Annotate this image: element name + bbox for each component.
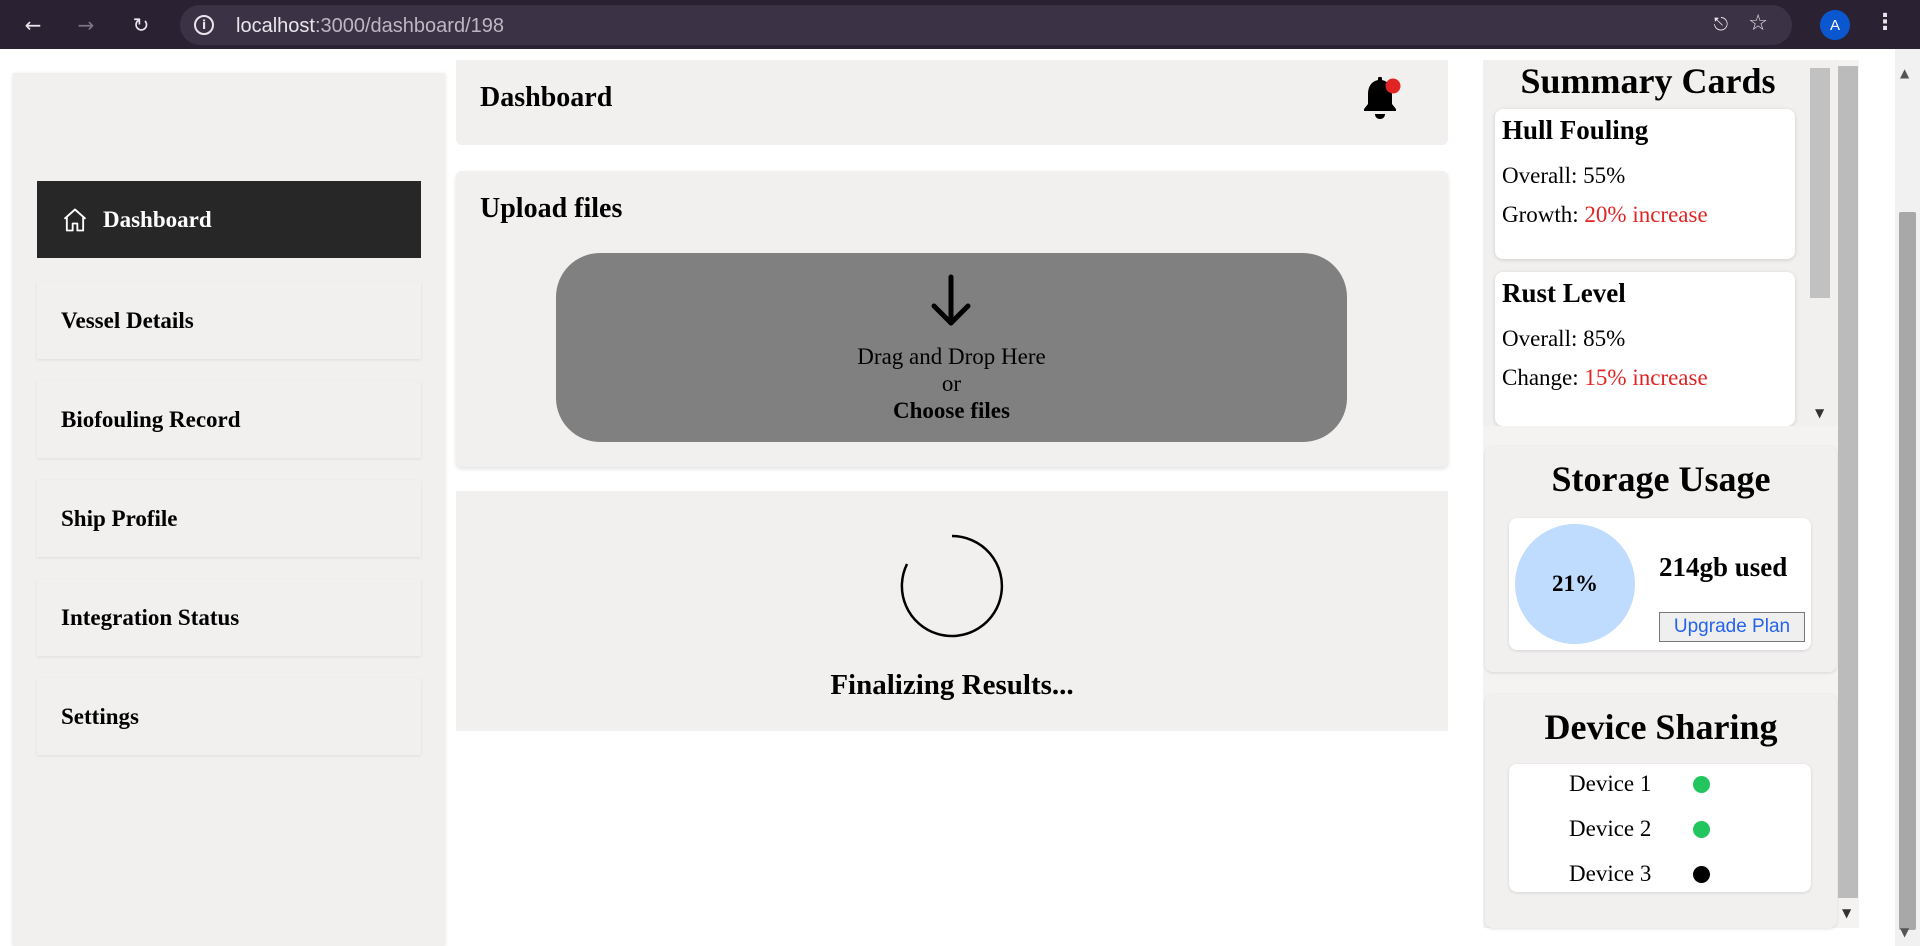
summary-scrollbar-thumb[interactable] [1810,68,1830,298]
card-row: Change: 15% increase [1502,365,1708,390]
upgrade-plan-button[interactable]: Upgrade Plan [1659,612,1805,642]
card-title: Rust Level [1502,278,1626,308]
card-row: Overall: 55% [1502,163,1626,188]
status-dot-icon [1693,866,1710,883]
profile-avatar[interactable]: A [1820,10,1850,40]
status-message: Finalizing Results... [830,669,1074,701]
loading-spinner-icon [900,534,1004,638]
home-icon [61,206,89,234]
device-sharing-title: Device Sharing [1544,707,1778,747]
sidebar: Dashboard Vessel Details Biofouling Reco… [13,73,445,946]
sidebar-item-label: Settings [61,703,139,729]
address-bar[interactable]: i localhost:3000/dashboard/198 ⎋ ☆ [180,5,1792,45]
storage-details: 21% 214gb used Upgrade Plan [1509,518,1811,650]
sidebar-item-ship-profile[interactable]: Ship Profile [37,480,421,557]
dashboard-header: Dashboard [456,60,1448,145]
sidebar-item-settings[interactable]: Settings [37,678,421,755]
upload-title: Upload files [480,193,623,224]
summary-card-hull-fouling: Hull Fouling Overall: 55% Growth: 20% in… [1495,109,1795,259]
sidebar-item-label: Ship Profile [61,505,178,531]
device-item: Device 3 [1569,854,1769,894]
sidebar-item-label: Biofouling Record [61,406,241,432]
more-menu-icon[interactable]: ⋮ [1874,10,1896,35]
storage-title: Storage Usage [1551,459,1771,499]
page-title: Dashboard [480,82,613,113]
storage-pie-chart: 21% [1515,524,1635,644]
storage-used-text: 214gb used [1659,552,1788,582]
storage-usage-card: Storage Usage 21% 214gb used Upgrade Pla… [1485,446,1837,672]
summary-cards-section: Summary Cards Hull Fouling Overall: 55% … [1483,60,1839,426]
bell-icon [1364,76,1401,119]
summary-scroll-down-icon[interactable]: ▼ [1815,406,1824,420]
status-dot-icon [1693,776,1710,793]
summary-title: Summary Cards [1520,61,1776,101]
storage-percent: 21% [1552,571,1598,596]
choose-files-link[interactable]: Choose files [556,397,1347,424]
card-title: Hull Fouling [1502,115,1649,145]
drag-drop-text: Drag and Drop Here [857,344,1046,369]
site-info-icon[interactable]: i [194,15,214,35]
sidebar-item-biofouling-record[interactable]: Biofouling Record [37,381,421,458]
device-list: Device 1 Device 2 Device 3 [1509,764,1811,892]
reload-icon[interactable]: ↻ [128,12,154,38]
device-sharing-card: Device Sharing Device 1 Device 2 Device … [1485,694,1837,928]
sidebar-item-label: Vessel Details [61,307,194,333]
sidebar-item-dashboard[interactable]: Dashboard [37,181,421,258]
forward-icon[interactable]: → [73,12,99,38]
card-row: Overall: 85% [1502,326,1626,351]
device-item: Device 2 [1569,809,1769,849]
status-dot-icon [1693,821,1710,838]
card-row: Growth: 20% increase [1502,202,1708,227]
notification-dot [1385,78,1401,94]
file-dropzone[interactable]: Drag and Drop Here or Choose files [556,253,1347,442]
right-panel-scroll-down-icon[interactable]: ▼ [1842,906,1851,920]
page-scroll-down-icon[interactable]: ▼ [1900,925,1909,939]
back-icon[interactable]: ← [20,12,46,38]
summary-card-rust-level: Rust Level Overall: 85% Change: 15% incr… [1495,272,1795,426]
page-scroll-up-icon[interactable]: ▲ [1900,66,1909,80]
right-panel: Summary Cards Hull Fouling Overall: 55% … [1483,60,1859,928]
page-scrollbar-thumb[interactable] [1899,212,1916,930]
notification-bell-button[interactable] [1358,72,1402,122]
url-text[interactable]: localhost:3000/dashboard/198 [236,15,504,38]
sidebar-item-label: Dashboard [103,206,212,232]
sidebar-item-vessel-details[interactable]: Vessel Details [37,282,421,359]
install-app-icon[interactable]: ⎋ [1714,14,1728,35]
device-item: Device 1 [1569,764,1769,804]
bookmark-star-icon[interactable]: ☆ [1748,11,1768,36]
or-text: or [941,371,962,396]
right-panel-scrollbar-thumb[interactable] [1838,66,1858,898]
arrow-down-icon [931,274,971,326]
processing-status-panel: Finalizing Results... [456,491,1448,731]
sidebar-item-integration-status[interactable]: Integration Status [37,579,421,656]
sidebar-item-label: Integration Status [61,604,240,630]
upload-panel: Upload files Drag and Drop Here or Choos… [456,171,1448,467]
browser-toolbar: ← → ↻ i localhost:3000/dashboard/198 ⎋ ☆… [0,0,1920,49]
